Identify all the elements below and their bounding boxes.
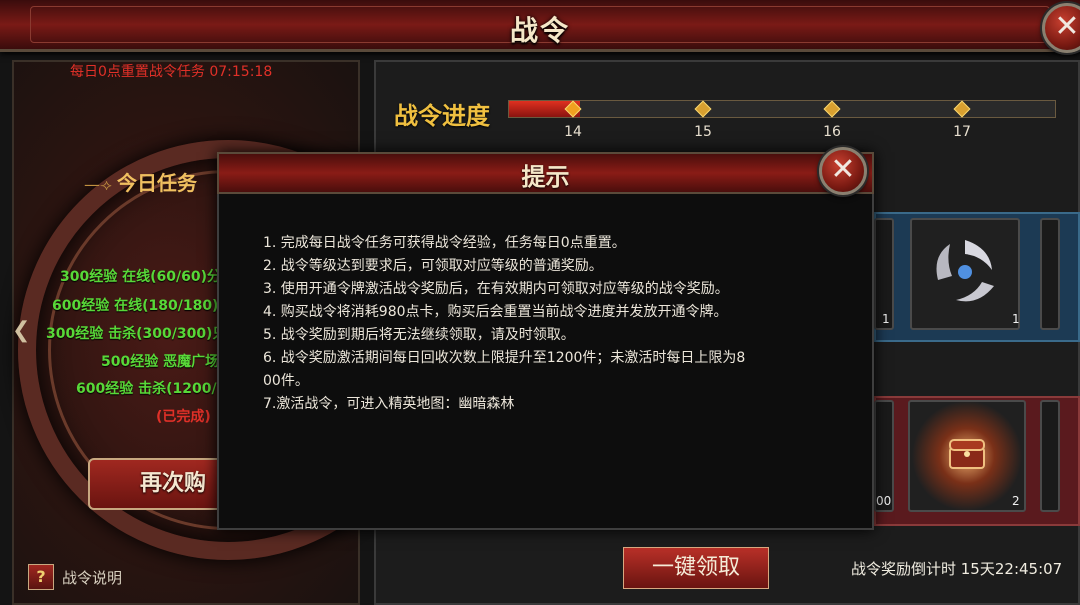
rule-line: 00件。 bbox=[263, 373, 309, 389]
reward-count: 1 bbox=[882, 312, 890, 326]
reward-count: 00 bbox=[876, 494, 892, 508]
reward-slot[interactable] bbox=[1040, 400, 1060, 512]
reward-count: 2 bbox=[1012, 494, 1020, 508]
treasure-chest-icon bbox=[949, 439, 985, 469]
reward-slot[interactable] bbox=[908, 400, 1026, 512]
task-item: 300经验 击杀(300/300)只 bbox=[46, 326, 227, 342]
daily-reset-timer: 每日0点重置战令任务 07:15:18 bbox=[70, 64, 273, 80]
claim-all-button[interactable]: 一键领取 bbox=[623, 547, 769, 589]
rule-line: 3. 使用开通令牌激活战令奖励后，在有效期内可领取对应等级的战令奖励。 bbox=[263, 281, 729, 297]
reward-countdown: 战令奖励倒计时 15天22:45:07 bbox=[851, 560, 1063, 578]
task-item: 300经验 在线(60/60)分 bbox=[60, 269, 221, 285]
rule-line: 1. 完成每日战令任务可获得战令经验，任务每日0点重置。 bbox=[263, 235, 626, 251]
help-icon[interactable]: ? bbox=[28, 564, 54, 590]
dialog-close-button[interactable]: ✕ bbox=[819, 147, 867, 195]
rule-line: 5. 战令奖励到期后将无法继续领取，请及时领取。 bbox=[263, 327, 575, 343]
battle-pass-info-link[interactable]: 战令说明 bbox=[62, 567, 122, 588]
window-title: 战令 bbox=[509, 14, 570, 47]
level-number: 16 bbox=[823, 124, 841, 140]
dialog-title: 提示 bbox=[521, 163, 570, 191]
level-number: 15 bbox=[694, 124, 712, 140]
level-number: 14 bbox=[564, 124, 582, 140]
reward-slot[interactable] bbox=[1040, 218, 1060, 330]
rule-line: 6. 战令奖励激活期间每日回收次数上限提升至1200件；未激活时每日上限为8 bbox=[263, 350, 746, 366]
close-icon: ✕ bbox=[830, 152, 856, 187]
progress-label: 战令进度 bbox=[394, 102, 490, 130]
rule-line: 7.激活战令，可进入精英地图：幽暗森林 bbox=[263, 396, 515, 412]
reward-count: 1 bbox=[1012, 312, 1020, 326]
rule-line: 2. 战令等级达到要求后，可领取对应等级的普通奖励。 bbox=[263, 258, 603, 274]
blade-emblem-icon bbox=[936, 240, 994, 302]
reward-slot[interactable] bbox=[910, 218, 1020, 330]
level-number: 17 bbox=[953, 124, 971, 140]
task-item: 600经验 在线(180/180)分 bbox=[52, 298, 233, 314]
task-completed-badge: (已完成) bbox=[156, 409, 211, 425]
today-tasks-title: 今日任务 bbox=[84, 167, 197, 196]
progress-track bbox=[508, 100, 1056, 118]
close-icon: ✕ bbox=[1054, 9, 1080, 44]
task-item: 500经验 恶魔广场 bbox=[101, 354, 220, 370]
task-item: 600经验 击杀(1200/1 bbox=[76, 381, 227, 397]
rule-line: 4. 购买战令将消耗980点卡，购买后会重置当前战令进度并发放开通令牌。 bbox=[263, 304, 728, 320]
ornament-arrow-icon: ❮ bbox=[12, 318, 31, 343]
